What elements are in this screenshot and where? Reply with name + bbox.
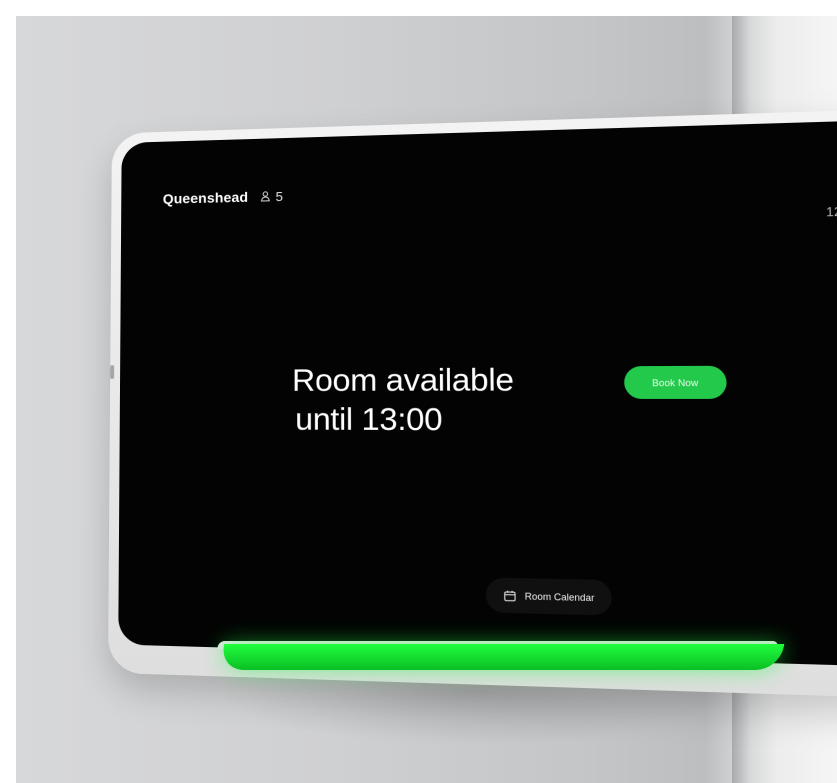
room-calendar-button[interactable]: Room Calendar bbox=[485, 577, 612, 616]
side-sensor bbox=[110, 365, 115, 380]
panel-screen: Queenshead 5 12:00 Room available until … bbox=[118, 119, 837, 668]
room-booking-panel: Queenshead 5 12:00 Room available until … bbox=[108, 108, 837, 699]
calendar-icon bbox=[503, 588, 517, 602]
current-time: 12:00 bbox=[825, 203, 837, 220]
room-capacity: 5 bbox=[258, 188, 283, 204]
status-led-bar bbox=[219, 644, 785, 670]
person-icon bbox=[258, 190, 271, 203]
availability-line-2: until 13:00 bbox=[295, 400, 443, 438]
room-name: Queenshead bbox=[162, 188, 249, 207]
availability-line-1: Room available bbox=[292, 361, 514, 398]
room-calendar-label: Room Calendar bbox=[524, 590, 595, 603]
availability-status: Room available until 13:00 bbox=[292, 360, 514, 439]
device-photo-scene: Queenshead 5 12:00 Room available until … bbox=[16, 16, 837, 783]
capacity-count: 5 bbox=[275, 188, 283, 204]
book-now-button[interactable]: Book Now bbox=[623, 365, 727, 399]
screen-header: Queenshead 5 bbox=[162, 188, 283, 207]
